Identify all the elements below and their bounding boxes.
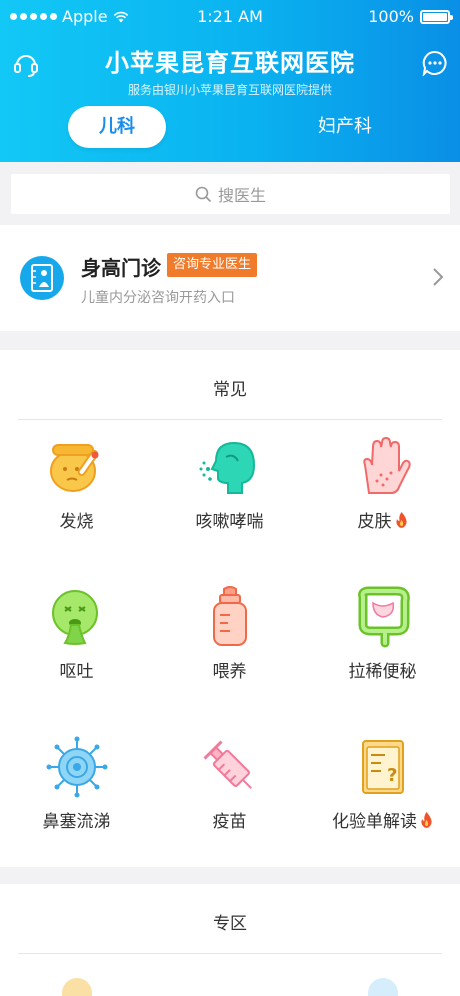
zone-item-icon: [62, 978, 92, 996]
category-vomit[interactable]: 呕吐: [0, 585, 153, 682]
battery-percent: 100%: [368, 7, 414, 26]
section-title: 专区: [213, 914, 247, 934]
category-label: 喂养: [212, 662, 247, 682]
hot-fire-icon: [421, 811, 432, 828]
common-section: 常见 发烧 咳嗽哮喘 皮肤 呕吐 喂养 拉稀便秘 鼻塞流涕 疫苗 ? 化验单解读: [0, 350, 460, 867]
category-label: 呕吐: [59, 662, 94, 682]
skin-hand-icon: [362, 436, 411, 494]
clinic-title: 身高门诊: [81, 256, 161, 280]
lab-report-icon: ?: [361, 740, 404, 794]
cough-icon: [199, 441, 255, 494]
category-label: 疫苗: [212, 812, 247, 832]
search-area: 搜医生: [0, 162, 460, 224]
divider: [18, 419, 442, 420]
bottle-icon: [212, 586, 247, 646]
category-label: 拉稀便秘: [348, 662, 417, 682]
department-tabs: 儿科 妇产科: [0, 106, 460, 148]
category-vaccine[interactable]: 疫苗: [153, 735, 306, 832]
status-bar: Apple 1:21 AM 100%: [0, 0, 460, 34]
page-subtitle: 服务由银川小苹果昆育互联网医院提供: [127, 83, 332, 97]
clinic-subtitle: 儿童内分泌咨询开药入口: [81, 290, 235, 306]
category-fever[interactable]: 发烧: [0, 435, 153, 532]
intestine-icon: [357, 586, 410, 648]
category-feeding[interactable]: 喂养: [153, 585, 306, 682]
section-title: 常见: [213, 380, 247, 400]
virus-icon: [46, 736, 107, 798]
divider: [18, 953, 442, 954]
search-placeholder: 搜医生: [217, 186, 266, 205]
app-header: Apple 1:21 AM 100% 小苹果昆育互联网医院 服务由银川小苹果昆育…: [0, 0, 460, 162]
clinic-badge: 咨询专业医生: [167, 253, 258, 277]
page-title: 小苹果昆育互联网医院: [105, 49, 355, 77]
category-diarrhea[interactable]: 拉稀便秘: [306, 585, 459, 682]
category-skin[interactable]: 皮肤: [306, 435, 459, 532]
height-clinic-card[interactable]: 身高门诊 咨询专业医生 儿童内分泌咨询开药入口: [0, 225, 460, 331]
height-chart-icon: [20, 256, 64, 300]
category-label: 发烧: [59, 512, 94, 532]
tab-obstetrics[interactable]: 妇产科: [296, 106, 394, 148]
chat-icon[interactable]: [422, 50, 448, 76]
category-cough[interactable]: 咳嗽哮喘: [153, 435, 306, 532]
battery-info: 100%: [368, 7, 453, 26]
fever-icon: [49, 444, 98, 492]
battery-icon: [420, 9, 453, 24]
search-icon: [195, 186, 212, 202]
category-nasal[interactable]: 鼻塞流涕: [0, 735, 153, 832]
hot-fire-icon: [395, 511, 407, 528]
tab-pediatrics[interactable]: 儿科: [68, 106, 166, 148]
search-input[interactable]: 搜医生: [11, 174, 450, 214]
category-label: 咳嗽哮喘: [195, 512, 264, 532]
chevron-right-icon: [433, 268, 444, 286]
vomit-icon: [51, 590, 98, 645]
svg-text:?: ?: [387, 765, 397, 786]
category-label: 鼻塞流涕: [42, 812, 111, 832]
category-lab-report[interactable]: ? 化验单解读: [306, 735, 459, 832]
zone-section: 专区: [0, 884, 460, 996]
category-label: 化验单解读: [332, 807, 433, 832]
category-label: 皮肤: [358, 507, 408, 532]
syringe-icon: [202, 740, 252, 789]
zone-item-icon: [368, 978, 398, 996]
